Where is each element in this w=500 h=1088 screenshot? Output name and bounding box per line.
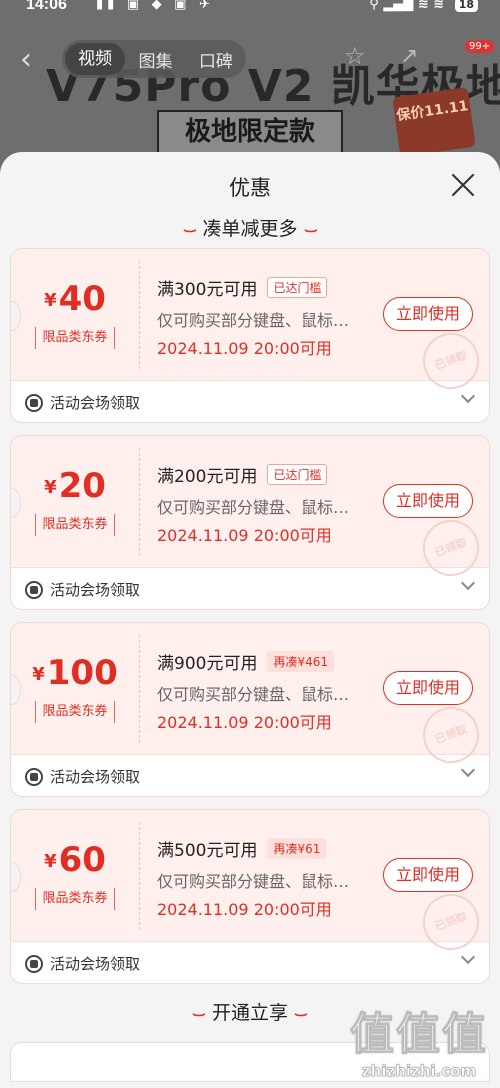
chevron-down-icon[interactable] bbox=[460, 575, 476, 591]
coupon-valid-time: 2024.11.09 20:00可用 bbox=[157, 526, 332, 545]
coupon-list: ¥40 限品类东券 满300元可用 已达门槛 仅可购买部分键盘、鼠标… 2024.… bbox=[0, 248, 500, 984]
coupon-source-row[interactable]: 活动会场领取 bbox=[11, 381, 489, 422]
section-tick-icon: ⌣ bbox=[303, 221, 318, 239]
coupon-scope: 仅可购买部分键盘、鼠标… bbox=[157, 685, 350, 704]
section-tick-icon: ⌣ bbox=[294, 1005, 308, 1023]
coupon-scope: 仅可购买部分键盘、鼠标… bbox=[157, 872, 350, 891]
coupon-source: 活动会场领取 bbox=[50, 955, 141, 973]
condition-text: 满500元可用 bbox=[157, 841, 258, 861]
coupon-amount: ¥100 bbox=[11, 653, 139, 693]
section-tick-icon: ⌣ bbox=[192, 1005, 206, 1023]
coupon-card: ¥60 限品类东券 满500元可用 再凑¥61 仅可购买部分键盘、鼠标… 2024… bbox=[10, 809, 490, 984]
use-now-button[interactable]: 立即使用 bbox=[383, 858, 473, 892]
source-icon bbox=[25, 580, 43, 599]
currency-symbol: ¥ bbox=[32, 664, 45, 685]
sheet-title: 优惠 bbox=[229, 176, 271, 200]
section-title-text: 凑单减更多 bbox=[202, 218, 298, 240]
section-title-text: 开通立享 bbox=[211, 1002, 288, 1024]
source-icon bbox=[25, 393, 43, 412]
coupon-source-row[interactable]: 活动会场领取 bbox=[11, 568, 489, 609]
status-bar: 14:06 ▮▮ ▣ ◆ ▣ ✈ ⚲ ▂▄▆ ≋ ≋ 18 bbox=[0, 0, 500, 16]
source-icon bbox=[25, 954, 43, 973]
chevron-down-icon[interactable] bbox=[460, 949, 476, 965]
use-now-button[interactable]: 立即使用 bbox=[383, 671, 473, 705]
tab-video[interactable]: 视频 bbox=[65, 43, 126, 75]
use-now-button[interactable]: 立即使用 bbox=[383, 484, 473, 518]
coupon-value: 40 bbox=[58, 279, 106, 319]
notification-icons: ▮▮ ▣ ◆ ▣ ✈ bbox=[96, 0, 214, 12]
share-icon[interactable]: ↗ bbox=[400, 44, 418, 69]
tab-reviews[interactable]: 口碑 bbox=[186, 47, 246, 72]
use-now-button[interactable]: 立即使用 bbox=[383, 297, 473, 331]
condition-text: 满200元可用 bbox=[157, 467, 258, 487]
section-tick-icon: ⌣ bbox=[182, 221, 197, 239]
status-time: 14:06 bbox=[26, 0, 67, 13]
coupon-body: ¥100 限品类东券 满900元可用 再凑¥461 仅可购买部分键盘、鼠标… 20… bbox=[11, 623, 489, 771]
coupon-source-row[interactable]: 活动会场领取 bbox=[11, 942, 489, 983]
coupon-condition: 满900元可用 再凑¥461 bbox=[157, 649, 334, 674]
gap-badge: 再凑¥461 bbox=[267, 651, 334, 672]
site-watermark: 值值值 zhizhizhi.com bbox=[350, 998, 488, 1081]
signal-icon: ⚲ ▂▄▆ ≋ ≋ bbox=[369, 0, 445, 12]
signal-icons: ⚲ ▂▄▆ ≋ ≋ 18 bbox=[369, 0, 478, 12]
coupon-type-tag: 限品类东券 bbox=[35, 514, 115, 536]
coupon-body: ¥20 限品类东券 满200元可用 已达门槛 仅可购买部分键盘、鼠标… 2024.… bbox=[11, 436, 489, 584]
coupon-source: 活动会场领取 bbox=[50, 768, 141, 786]
coupon-body: ¥60 限品类东券 满500元可用 再凑¥61 仅可购买部分键盘、鼠标… 2024… bbox=[11, 810, 489, 958]
coupon-value: 60 bbox=[58, 840, 106, 880]
back-arrow-icon[interactable]: ‹ bbox=[20, 42, 32, 77]
coupon-source-row[interactable]: 活动会场领取 bbox=[11, 755, 489, 796]
source-icon bbox=[25, 767, 43, 786]
currency-symbol: ¥ bbox=[44, 851, 57, 872]
currency-symbol: ¥ bbox=[44, 290, 57, 311]
coupon-value: 100 bbox=[46, 653, 118, 693]
coupon-divider bbox=[139, 448, 140, 556]
coupon-amount: ¥20 bbox=[11, 466, 139, 506]
promo-sticker: 保价11.11 bbox=[392, 87, 476, 157]
coupon-value: 20 bbox=[58, 466, 106, 506]
threshold-badge: 已达门槛 bbox=[267, 277, 328, 298]
threshold-badge: 已达门槛 bbox=[267, 464, 328, 485]
coupon-type-tag: 限品类东券 bbox=[35, 327, 115, 349]
coupon-type-tag: 限品类东券 bbox=[35, 888, 115, 910]
coupon-scope: 仅可购买部分键盘、鼠标… bbox=[157, 311, 350, 330]
coupon-body: ¥40 限品类东券 满300元可用 已达门槛 仅可购买部分键盘、鼠标… 2024.… bbox=[11, 249, 489, 397]
condition-text: 满300元可用 bbox=[157, 280, 258, 300]
favorite-star-icon[interactable]: ☆ bbox=[344, 42, 366, 70]
gap-badge: 再凑¥61 bbox=[267, 838, 327, 859]
chevron-down-icon[interactable] bbox=[460, 762, 476, 778]
sheet-header: 优惠 bbox=[0, 152, 500, 214]
currency-symbol: ¥ bbox=[44, 477, 57, 498]
coupon-amount: ¥40 bbox=[11, 279, 139, 319]
cart-count-badge: 99+ bbox=[465, 40, 495, 53]
coupon-condition: 满300元可用 已达门槛 bbox=[157, 275, 328, 300]
discount-sheet: 优惠 ⌣ 凑单减更多 ⌣ ¥40 限品类东券 满300元可用 已达门槛 仅可购买部分键… bbox=[0, 152, 500, 1088]
watermark-url: zhizhizhi.com bbox=[361, 1062, 477, 1081]
coupon-condition: 满500元可用 再凑¥61 bbox=[157, 836, 327, 861]
coupon-divider bbox=[139, 261, 140, 369]
battery-icon: 18 bbox=[454, 0, 478, 12]
coupon-valid-time: 2024.11.09 20:00可用 bbox=[157, 900, 332, 919]
product-subtitle: 极地限定款 bbox=[157, 110, 343, 154]
condition-text: 满900元可用 bbox=[157, 654, 258, 674]
coupon-valid-time: 2024.11.09 20:00可用 bbox=[157, 713, 332, 732]
coupon-condition: 满200元可用 已达门槛 bbox=[157, 462, 328, 487]
coupon-amount: ¥60 bbox=[11, 840, 139, 880]
coupon-divider bbox=[139, 635, 140, 743]
coupon-scope: 仅可购买部分键盘、鼠标… bbox=[157, 498, 350, 517]
coupon-source: 活动会场领取 bbox=[50, 581, 141, 599]
tab-gallery[interactable]: 图集 bbox=[125, 47, 185, 72]
coupon-card: ¥40 限品类东券 满300元可用 已达门槛 仅可购买部分键盘、鼠标… 2024.… bbox=[10, 248, 490, 423]
coupon-source: 活动会场领取 bbox=[50, 394, 141, 412]
chevron-down-icon[interactable] bbox=[460, 388, 476, 404]
coupon-card: ¥20 限品类东券 满200元可用 已达门槛 仅可购买部分键盘、鼠标… 2024.… bbox=[10, 435, 490, 610]
coupon-type-tag: 限品类东券 bbox=[35, 701, 115, 723]
coupon-valid-time: 2024.11.09 20:00可用 bbox=[157, 339, 332, 358]
coupon-divider bbox=[139, 822, 140, 930]
close-icon[interactable] bbox=[450, 172, 476, 198]
watermark-logo: 值值值 bbox=[350, 1009, 488, 1061]
section-title-combine: ⌣ 凑单减更多 ⌣ bbox=[0, 214, 500, 248]
media-tabs: 视频 图集 口碑 bbox=[62, 40, 246, 78]
coupon-card: ¥100 限品类东券 满900元可用 再凑¥461 仅可购买部分键盘、鼠标… 20… bbox=[10, 622, 490, 797]
